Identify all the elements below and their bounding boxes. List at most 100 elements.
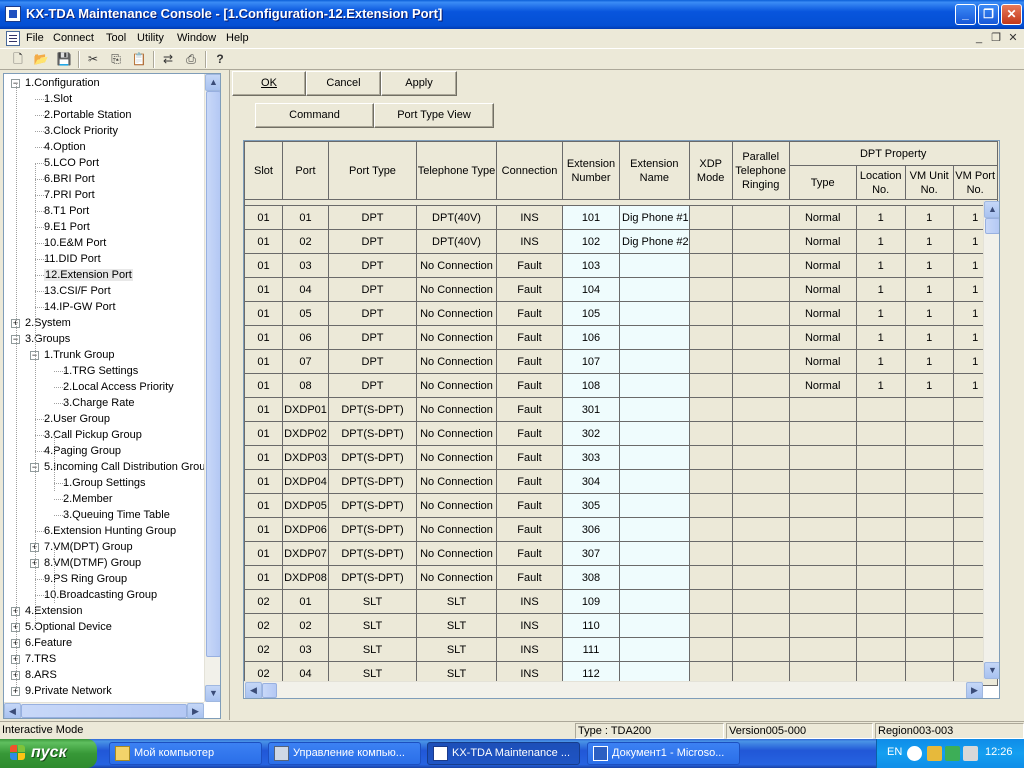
cell-xdp-mode[interactable] xyxy=(688,565,733,590)
cell-parallel-ringing[interactable] xyxy=(731,253,790,278)
mdi-minimize-button[interactable]: _ xyxy=(971,32,987,46)
tree-hscroll-thumb[interactable] xyxy=(21,704,187,718)
cell-telephone-type[interactable]: No Connection xyxy=(416,325,497,350)
cell-extension-number[interactable]: 302 xyxy=(562,421,620,446)
tree-item[interactable]: 1.Trunk Group xyxy=(44,347,115,363)
tree-item[interactable]: 3.Groups xyxy=(25,331,70,347)
cell-port-type[interactable]: DPT(S-DPT) xyxy=(328,541,417,566)
cell-port-type[interactable]: DPT xyxy=(328,253,417,278)
scroll-left-icon[interactable]: ◀ xyxy=(245,682,262,698)
task-computer-management[interactable]: Управление компью... xyxy=(268,742,421,765)
cell-extension-name[interactable] xyxy=(619,445,690,470)
header-location-no[interactable]: Location No. xyxy=(855,165,906,200)
cell-type[interactable] xyxy=(788,517,857,542)
cell-telephone-type[interactable]: SLT xyxy=(416,613,497,638)
header-type[interactable]: Type xyxy=(788,165,857,200)
cell-extension-number[interactable]: 305 xyxy=(562,493,620,518)
cell-slot[interactable]: 01 xyxy=(244,325,283,350)
cell-type[interactable] xyxy=(788,613,857,638)
cell-extension-number[interactable]: 104 xyxy=(562,277,620,302)
cell-slot[interactable]: 01 xyxy=(244,253,283,278)
cell-telephone-type[interactable]: No Connection xyxy=(416,445,497,470)
tree-item[interactable]: 7.TRS xyxy=(25,651,56,667)
cell-extension-number[interactable]: 301 xyxy=(562,397,620,422)
cell-vm-unit-no[interactable] xyxy=(904,541,954,566)
cell-parallel-ringing[interactable] xyxy=(731,637,790,662)
cell-xdp-mode[interactable] xyxy=(688,637,733,662)
cell-extension-name[interactable] xyxy=(619,517,690,542)
cell-vm-unit-no[interactable]: 1 xyxy=(904,253,954,278)
table-row[interactable]: 01 DXDP01 DPT(S-DPT) No Connection Fault 301 xyxy=(244,397,998,422)
copy-icon[interactable]: ⎘ xyxy=(107,51,125,68)
extension-port-grid[interactable]: Slot Port Port Type Telephone Type Conne… xyxy=(243,140,1000,699)
cell-connection[interactable]: Fault xyxy=(496,469,563,494)
cell-extension-number[interactable]: 307 xyxy=(562,541,620,566)
menu-connect[interactable]: Connect xyxy=(53,32,94,44)
cell-telephone-type[interactable]: DPT(40V) xyxy=(416,205,497,230)
cell-extension-name[interactable] xyxy=(619,613,690,638)
table-row[interactable]: 02 03 SLT SLT INS 111 xyxy=(244,637,998,662)
cell-location-no[interactable] xyxy=(855,469,906,494)
cell-port[interactable]: 03 xyxy=(282,253,329,278)
table-row[interactable]: 01 DXDP05 DPT(S-DPT) No Connection Fault 305 xyxy=(244,493,998,518)
cell-xdp-mode[interactable] xyxy=(688,445,733,470)
cell-slot[interactable]: 01 xyxy=(244,349,283,374)
tray-network-icon[interactable] xyxy=(927,746,942,761)
cell-port-type[interactable]: DPT xyxy=(328,301,417,326)
cell-port-type[interactable]: DPT(S-DPT) xyxy=(328,565,417,590)
menu-utility[interactable]: Utility xyxy=(137,32,164,44)
cell-location-no[interactable]: 1 xyxy=(855,325,906,350)
splitter[interactable] xyxy=(224,70,230,720)
tree-item[interactable]: 9.E1 Port xyxy=(44,219,90,235)
cell-parallel-ringing[interactable] xyxy=(731,277,790,302)
cell-slot[interactable]: 01 xyxy=(244,205,283,230)
cell-parallel-ringing[interactable] xyxy=(731,421,790,446)
cell-extension-number[interactable]: 308 xyxy=(562,565,620,590)
tree-item[interactable]: 9.Private Network xyxy=(25,683,112,699)
cell-connection[interactable]: Fault xyxy=(496,301,563,326)
tray-monitor-icon[interactable] xyxy=(963,746,978,761)
header-port[interactable]: Port xyxy=(282,141,329,200)
cell-xdp-mode[interactable] xyxy=(688,349,733,374)
cell-location-no[interactable] xyxy=(855,397,906,422)
tree-item[interactable]: 13.CSI/F Port xyxy=(44,283,111,299)
cell-xdp-mode[interactable] xyxy=(688,421,733,446)
cell-port-type[interactable]: SLT xyxy=(328,613,417,638)
cell-parallel-ringing[interactable] xyxy=(731,205,790,230)
cell-telephone-type[interactable]: No Connection xyxy=(416,421,497,446)
tree-item[interactable]: 6.Feature xyxy=(25,635,72,651)
cell-extension-name[interactable] xyxy=(619,469,690,494)
cell-connection[interactable]: INS xyxy=(496,637,563,662)
cell-slot[interactable]: 01 xyxy=(244,229,283,254)
cell-vm-unit-no[interactable] xyxy=(904,613,954,638)
cell-telephone-type[interactable]: SLT xyxy=(416,637,497,662)
tray-arrow-icon[interactable] xyxy=(907,746,922,761)
table-row[interactable]: 01 03 DPT No Connection Fault 103 Normal 1 1 1 xyxy=(244,253,998,278)
cell-slot[interactable]: 01 xyxy=(244,301,283,326)
cell-vm-unit-no[interactable]: 1 xyxy=(904,325,954,350)
cell-location-no[interactable] xyxy=(855,613,906,638)
tree-item[interactable]: 4.Option xyxy=(44,139,86,155)
cell-port-type[interactable]: DPT(S-DPT) xyxy=(328,445,417,470)
cell-slot[interactable]: 02 xyxy=(244,613,283,638)
cell-slot[interactable]: 01 xyxy=(244,277,283,302)
cell-xdp-mode[interactable] xyxy=(688,541,733,566)
header-slot[interactable]: Slot xyxy=(244,141,283,200)
cell-extension-number[interactable]: 111 xyxy=(562,637,620,662)
mdi-restore-button[interactable]: ❐ xyxy=(988,32,1004,46)
cell-vm-unit-no[interactable] xyxy=(904,589,954,614)
table-row[interactable]: 01 04 DPT No Connection Fault 104 Normal 1 1 1 xyxy=(244,277,998,302)
cell-slot[interactable]: 01 xyxy=(244,421,283,446)
cell-port[interactable]: DXDP03 xyxy=(282,445,329,470)
cell-parallel-ringing[interactable] xyxy=(731,229,790,254)
cell-extension-number[interactable]: 103 xyxy=(562,253,620,278)
table-row[interactable]: 01 07 DPT No Connection Fault 107 Normal 1 1 1 xyxy=(244,349,998,374)
mdi-close-button[interactable]: ✕ xyxy=(1005,32,1021,46)
cell-connection[interactable]: Fault xyxy=(496,253,563,278)
grid-vscroll-thumb[interactable] xyxy=(985,218,999,234)
cell-port[interactable]: DXDP04 xyxy=(282,469,329,494)
cell-type[interactable] xyxy=(788,493,857,518)
cell-extension-name[interactable] xyxy=(619,301,690,326)
cell-connection[interactable]: Fault xyxy=(496,493,563,518)
tree-vertical-scrollbar[interactable]: ▲ ▼ xyxy=(204,74,220,702)
